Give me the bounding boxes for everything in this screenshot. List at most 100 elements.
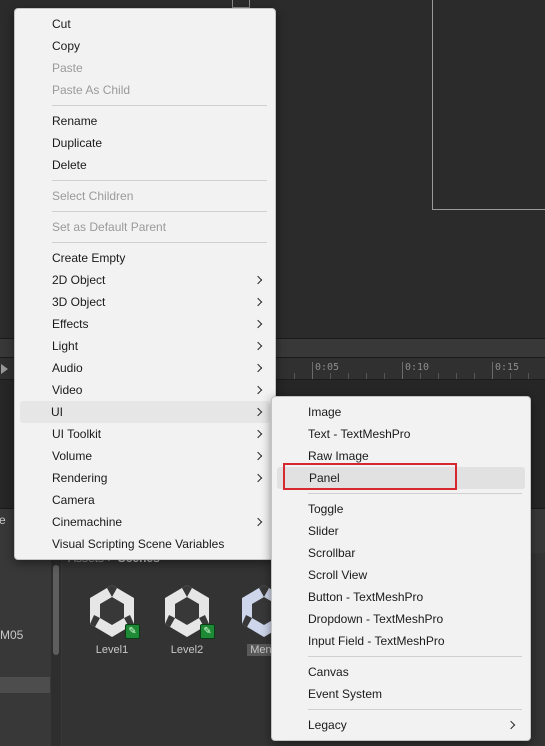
menu-separator [308, 709, 522, 710]
menu-item-visual-scripting-scene-variables[interactable]: Visual Scripting Scene Variables [15, 533, 275, 555]
asset-label: Level1 [95, 644, 129, 656]
menu-item-label: Light [52, 339, 79, 353]
menu-item-label: Scrollbar [308, 546, 356, 560]
folder-tree-scrollbar[interactable] [51, 559, 61, 746]
menu-item-cut[interactable]: Cut [15, 13, 275, 35]
menu-item-label: Create Empty [52, 251, 126, 265]
ui-menu-item-canvas[interactable]: Canvas [272, 661, 530, 683]
menu-item-label: Rename [52, 114, 98, 128]
tick-mark [510, 373, 511, 379]
ui-menu-item-toggle[interactable]: Toggle [272, 498, 530, 520]
menu-item-label: Camera [52, 493, 95, 507]
menu-item-paste: Paste [15, 57, 275, 79]
menu-separator [52, 242, 267, 243]
ui-menu-item-scrollbar[interactable]: Scrollbar [272, 542, 530, 564]
chevron-right-icon [253, 473, 263, 483]
ui-menu-item-input-field-textmeshpro[interactable]: Input Field - TextMeshPro [272, 630, 530, 652]
menu-item-light[interactable]: Light [15, 335, 275, 357]
menu-item-duplicate[interactable]: Duplicate [15, 132, 275, 154]
menu-item-label: 3D Object [52, 295, 106, 309]
menu-item-delete[interactable]: Delete [15, 154, 275, 176]
menu-item-paste-as-child: Paste As Child [15, 79, 275, 101]
ui-menu-item-slider[interactable]: Slider [272, 520, 530, 542]
scrollbar-thumb[interactable] [53, 565, 59, 655]
menu-item-label: Paste As Child [52, 83, 131, 97]
tick-label: 0:05 [315, 362, 340, 373]
tick-mark [312, 362, 313, 379]
hierarchy-context-menu: Cut Copy Paste Paste As Child Rename Duplicat… [14, 8, 276, 560]
asset-level2[interactable]: ✎ Level2 [155, 583, 219, 656]
menu-item-label: Visual Scripting Scene Variables [52, 537, 225, 551]
ui-menu-item-image[interactable]: Image [272, 401, 530, 423]
scene-badge-icon: ✎ [125, 624, 140, 639]
chevron-right-icon [253, 319, 263, 329]
menu-item-label: Dropdown - TextMeshPro [308, 612, 444, 626]
menu-item-ui[interactable]: UI [20, 401, 270, 423]
menu-item-video[interactable]: Video [15, 379, 275, 401]
menu-item-label: Rendering [52, 471, 108, 485]
ui-menu-item-scroll-view[interactable]: Scroll View [272, 564, 530, 586]
menu-item-label: Copy [52, 39, 81, 53]
ui-menu-item-raw-image[interactable]: Raw Image [272, 445, 530, 467]
tick-mark [402, 362, 403, 379]
menu-separator [52, 211, 267, 212]
menu-item-label: Slider [308, 524, 339, 538]
play-icon[interactable] [1, 364, 8, 374]
chevron-right-icon [253, 451, 263, 461]
menu-item-audio[interactable]: Audio [15, 357, 275, 379]
ui-menu-item-event-system[interactable]: Event System [272, 683, 530, 705]
menu-item-volume[interactable]: Volume [15, 445, 275, 467]
menu-item-ui-toolkit[interactable]: UI Toolkit [15, 423, 275, 445]
menu-separator [52, 105, 267, 106]
menu-item-label: Audio [52, 361, 83, 375]
menu-item-rename[interactable]: Rename [15, 110, 275, 132]
menu-item-label: UI Toolkit [52, 427, 102, 441]
menu-item-label: Volume [52, 449, 93, 463]
menu-item-label: Cut [52, 17, 71, 31]
menu-item-label: Cinemachine [52, 515, 123, 529]
tick-mark [438, 373, 439, 379]
tick-mark [348, 373, 349, 379]
chevron-right-icon [253, 297, 263, 307]
scene-badge-icon: ✎ [200, 624, 215, 639]
menu-item-copy[interactable]: Copy [15, 35, 275, 57]
ui-menu-item-text-textmeshpro[interactable]: Text - TextMeshPro [272, 423, 530, 445]
asset-level1[interactable]: ✎ Level1 [80, 583, 144, 656]
menu-item-label: Image [308, 405, 342, 419]
chevron-right-icon [253, 385, 263, 395]
menu-item-set-as-default-parent: Set as Default Parent [15, 216, 275, 238]
menu-item-camera[interactable]: Camera [15, 489, 275, 511]
chevron-right-icon [253, 363, 263, 373]
menu-item-label: Input Field - TextMeshPro [308, 634, 445, 648]
menu-item-3d-object[interactable]: 3D Object [15, 291, 275, 313]
menu-separator [308, 656, 522, 657]
chevron-right-icon [253, 341, 263, 351]
ui-menu-item-legacy[interactable]: Legacy [272, 714, 530, 736]
menu-item-label: Effects [52, 317, 89, 331]
tick-label: 0:15 [495, 362, 520, 373]
ui-menu-item-dropdown-textmeshpro[interactable]: Dropdown - TextMeshPro [272, 608, 530, 630]
chevron-right-icon [253, 429, 263, 439]
folder-tree-item[interactable]: e [0, 513, 6, 527]
folder-tree-item[interactable]: M05 [0, 628, 23, 642]
menu-item-label: Text - TextMeshPro [308, 427, 411, 441]
menu-item-effects[interactable]: Effects [15, 313, 275, 335]
ui-menu-item-panel[interactable]: Panel [277, 467, 525, 489]
menu-item-2d-object[interactable]: 2D Object [15, 269, 275, 291]
menu-item-label: 2D Object [52, 273, 106, 287]
menu-item-label: Select Children [52, 189, 134, 203]
ui-menu-item-button-textmeshpro[interactable]: Button - TextMeshPro [272, 586, 530, 608]
menu-item-cinemachine[interactable]: Cinemachine [15, 511, 275, 533]
menu-item-create-empty[interactable]: Create Empty [15, 247, 275, 269]
tick-mark [294, 373, 295, 379]
unity-scene-icon: ✎ [161, 583, 215, 641]
menu-item-label: Button - TextMeshPro [308, 590, 424, 604]
menu-item-label: Legacy [308, 718, 347, 732]
folder-tree-selected-row[interactable] [0, 677, 50, 693]
tick-mark [528, 373, 529, 379]
menu-item-rendering[interactable]: Rendering [15, 467, 275, 489]
chevron-right-icon [506, 720, 516, 730]
tick-mark [366, 373, 367, 379]
menu-item-label: Set as Default Parent [52, 220, 167, 234]
menu-item-label: Toggle [308, 502, 344, 516]
